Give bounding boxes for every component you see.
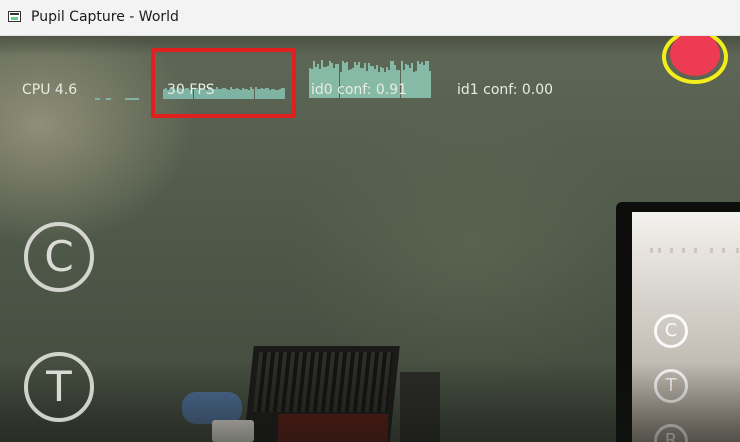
mini-hud-graph: [648, 248, 740, 254]
title-bar: Pupil Capture - World: [0, 0, 740, 36]
world-camera-view: C T R CPU 4.6 30 FPS id0 conf: 0.91 id1 …: [0, 36, 740, 442]
eye0-confidence-readout: id0 conf: 0.91: [311, 82, 408, 98]
eye1-confidence-readout: id1 conf: 0.00: [457, 82, 554, 98]
graph-bar: [428, 70, 431, 98]
cpu-readout: CPU 4.6: [22, 82, 78, 98]
calibrate-button[interactable]: C: [24, 222, 94, 292]
ceiling-shadow: [0, 36, 740, 56]
cpu-graph: [95, 94, 140, 100]
test-accuracy-button[interactable]: T: [24, 352, 94, 422]
floor-shadow: [0, 362, 740, 442]
window-title: Pupil Capture - World: [31, 9, 179, 25]
fps-highlight-box: [151, 48, 296, 118]
mini-calibrate-icon: C: [654, 314, 688, 348]
app-window-icon: [8, 11, 21, 22]
